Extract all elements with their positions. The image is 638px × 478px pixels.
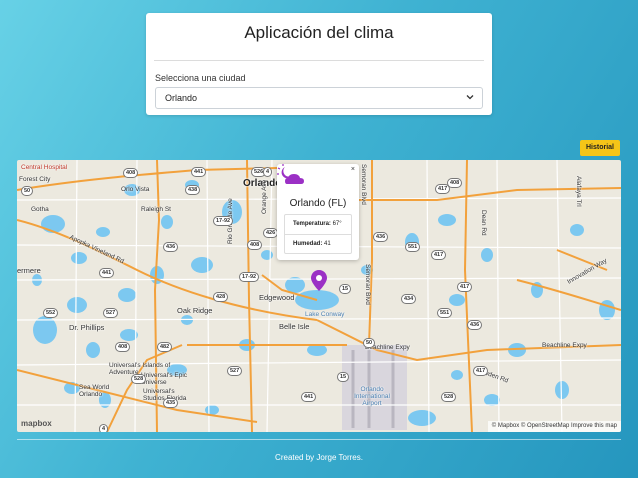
highway-shield: 426: [263, 228, 279, 238]
highway-shield: 436: [373, 232, 389, 242]
weather-popup: × Orlando (FL) Temperatura: 67° Humedad:…: [277, 164, 359, 260]
map-label: Semoran Blvd: [360, 164, 367, 205]
page-title: Aplicación del clima: [244, 23, 394, 42]
highway-shield: 50: [363, 338, 376, 348]
highway-shield: 428: [213, 292, 229, 302]
map-label: Orange Ave: [261, 179, 268, 214]
humidity-label: Humedad:: [293, 241, 323, 247]
highway-shield: 527: [227, 366, 243, 376]
popup-city: Orlando (FL): [289, 198, 347, 209]
divider: [285, 234, 351, 235]
highway-shield: 438: [185, 185, 201, 195]
highway-shield: 417: [431, 250, 447, 260]
highway-shield: 528: [131, 374, 147, 384]
highway-shield: 417: [473, 366, 489, 376]
city-select[interactable]: Orlando: [155, 87, 483, 109]
map-label: Sea World Orlando: [79, 384, 110, 398]
highway-shield: 441: [191, 167, 207, 177]
close-icon[interactable]: ×: [351, 166, 355, 173]
highway-shield: 441: [301, 392, 317, 402]
highway-shield: 15: [339, 284, 352, 294]
highway-shield: 50: [21, 186, 34, 196]
humidity-value: 41: [324, 241, 331, 247]
highway-shield: 17-92: [239, 272, 260, 282]
map-label: Lake Conway: [305, 311, 345, 318]
divider: [17, 439, 621, 440]
highway-shield: 551: [405, 242, 421, 252]
chevron-down-icon: [466, 95, 474, 100]
map-label: Belle Isle: [279, 322, 310, 331]
footer-text: Created by Jorge Torres.: [275, 453, 363, 462]
city-select-label: Selecciona una ciudad: [155, 73, 246, 83]
historial-button[interactable]: Historial: [580, 140, 620, 156]
map-label: Forest City: [19, 176, 51, 183]
map-label: Raleigh St: [141, 206, 171, 213]
highway-shield: 408: [123, 168, 139, 178]
highway-shield: 436: [163, 242, 179, 252]
map-attribution[interactable]: © Mapbox © OpenStreetMap Improve this ma…: [487, 421, 621, 432]
map-label: Oak Ridge: [177, 306, 213, 315]
map-label: Beachline Expy: [542, 342, 587, 349]
weather-details: Temperatura: 67° Humedad: 41: [284, 214, 352, 254]
highway-shield: 408: [247, 240, 263, 250]
divider: [154, 60, 484, 61]
map-label: Orlando International Airport: [354, 386, 390, 407]
highway-shield: 527: [103, 308, 119, 318]
highway-shield: 441: [99, 268, 115, 278]
temperature-label: Temperatura:: [293, 221, 331, 227]
temperature-value: 67°: [332, 221, 342, 227]
map-label: ermere: [17, 266, 41, 275]
cloudy-night-icon: [277, 164, 304, 184]
highway-shield: 408: [115, 342, 131, 352]
map-label: Alafaya Trl: [575, 176, 582, 207]
map-label: Orlo Vista: [121, 186, 150, 193]
highway-shield: 408: [447, 178, 463, 188]
highway-shield: 436: [467, 320, 483, 330]
mapbox-logo[interactable]: mapbox: [21, 419, 52, 428]
highway-shield: 434: [401, 294, 417, 304]
city-selector-card: Aplicación del clima Selecciona una ciud…: [146, 13, 492, 115]
map-label: Semoran Blvd: [364, 264, 371, 305]
location-marker: [311, 270, 327, 291]
highway-shield: 4: [263, 167, 273, 177]
map-label: Central Hospital: [21, 164, 68, 171]
highway-shield: 417: [457, 282, 473, 292]
map-label: Dr. Phillips: [69, 323, 105, 332]
highway-shield: 528: [441, 392, 457, 402]
humidity-row: Humedad: 41: [293, 241, 331, 247]
highway-shield: 482: [157, 342, 173, 352]
map-view[interactable]: Central Hospital Orlo Vista Raleigh St G…: [17, 160, 621, 432]
highway-shield: 15: [337, 372, 350, 382]
highway-shield: 4: [99, 424, 109, 432]
city-select-value: Orlando: [165, 93, 198, 103]
highway-shield: 552: [43, 308, 59, 318]
highway-shield: 17-92: [213, 216, 234, 226]
map-label: Edgewood: [259, 293, 295, 302]
map-label: Dean Rd: [480, 210, 487, 236]
map-label: Universal's Epic Universe: [141, 372, 188, 386]
temperature-row: Temperatura: 67°: [293, 221, 342, 227]
highway-shield: 435: [163, 398, 179, 408]
map-label: Gotha: [31, 206, 49, 213]
highway-shield: 551: [437, 308, 453, 318]
